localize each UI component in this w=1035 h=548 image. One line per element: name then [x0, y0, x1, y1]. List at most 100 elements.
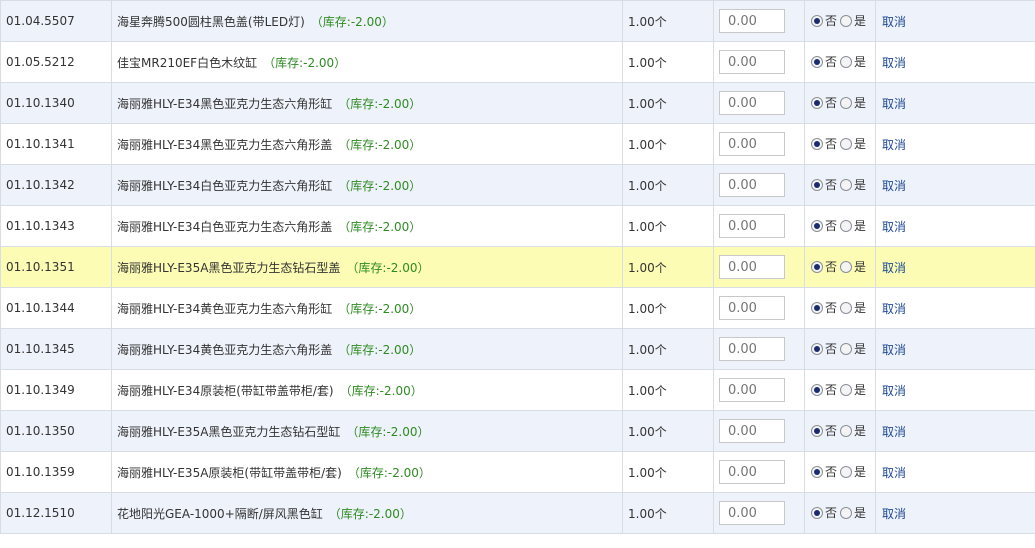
price-input[interactable]: [719, 132, 785, 156]
price-input[interactable]: [719, 9, 785, 33]
item-quantity: 1.00个: [622, 123, 714, 165]
item-code: 01.04.5507: [0, 0, 112, 42]
item-name: 佳宝MR210EF白色木纹缸: [117, 55, 258, 70]
cancel-link[interactable]: 取消: [882, 97, 906, 111]
option-no-radio[interactable]: [811, 424, 823, 437]
item-quantity: 1.00个: [622, 369, 714, 411]
item-code: 01.10.1343: [0, 205, 112, 247]
option-yes-label: 是: [854, 506, 867, 521]
item-quantity: 1.00个: [622, 410, 714, 452]
option-cell: 否是: [804, 41, 876, 83]
option-no-radio[interactable]: [811, 506, 823, 519]
price-cell: [713, 410, 805, 452]
option-yes-radio[interactable]: [840, 506, 853, 519]
option-yes-radio[interactable]: [840, 301, 853, 314]
cancel-link[interactable]: 取消: [882, 220, 906, 234]
option-no-radio[interactable]: [811, 383, 823, 396]
price-input[interactable]: [719, 173, 785, 197]
option-no-radio[interactable]: [811, 342, 823, 355]
option-no-radio[interactable]: [811, 55, 823, 68]
option-yes-radio[interactable]: [840, 465, 853, 478]
price-input[interactable]: [719, 337, 785, 361]
price-input[interactable]: [719, 501, 785, 525]
cancel-link[interactable]: 取消: [882, 507, 906, 521]
price-input[interactable]: [719, 50, 785, 74]
price-input[interactable]: [719, 91, 785, 115]
price-cell: [713, 287, 805, 329]
price-cell: [713, 164, 805, 206]
item-code: 01.10.1349: [0, 369, 112, 411]
option-no-radio[interactable]: [811, 219, 823, 232]
option-yes-radio[interactable]: [840, 383, 853, 396]
table-row: 01.10.1350 海丽雅HLY-E35A黑色亚克力生态钻石型缸 （库存:-2.0…: [0, 410, 1035, 452]
item-name: 海丽雅HLY-E34黑色亚克力生态六角形盖: [117, 137, 333, 152]
price-cell: [713, 246, 805, 288]
cancel-link[interactable]: 取消: [882, 56, 906, 70]
cancel-link[interactable]: 取消: [882, 384, 906, 398]
cancel-link[interactable]: 取消: [882, 343, 906, 357]
option-yes-radio[interactable]: [840, 137, 853, 150]
cancel-link[interactable]: 取消: [882, 15, 906, 29]
option-cell: 否是: [804, 410, 876, 452]
item-name: 海丽雅HLY-E34黄色亚克力生态六角形盖: [117, 342, 333, 357]
item-code: 01.10.1350: [0, 410, 112, 452]
item-code: 01.10.1341: [0, 123, 112, 165]
stock-badge: （库存:-2.00）: [347, 465, 431, 480]
option-no-radio[interactable]: [811, 137, 823, 150]
item-name: 海丽雅HLY-E34白色亚克力生态六角形盖: [117, 219, 333, 234]
option-cell: 否是: [804, 0, 876, 42]
action-cell: 取消: [875, 410, 1035, 452]
price-input[interactable]: [719, 296, 785, 320]
option-yes-radio[interactable]: [840, 342, 853, 355]
cancel-link[interactable]: 取消: [882, 179, 906, 193]
price-cell: [713, 82, 805, 124]
action-cell: 取消: [875, 0, 1035, 42]
cancel-link[interactable]: 取消: [882, 138, 906, 152]
option-no-label: 否: [825, 342, 838, 357]
table-row: 01.10.1342 海丽雅HLY-E34白色亚克力生态六角形缸 （库存:-2.00…: [0, 164, 1035, 206]
option-yes-label: 是: [854, 96, 867, 111]
price-input[interactable]: [719, 378, 785, 402]
option-no-radio[interactable]: [811, 465, 823, 478]
option-yes-label: 是: [854, 137, 867, 152]
cancel-link[interactable]: 取消: [882, 302, 906, 316]
option-radio-group: 否是: [811, 258, 869, 275]
option-no-radio[interactable]: [811, 14, 823, 27]
item-quantity: 1.00个: [622, 451, 714, 493]
order-items-table: 01.04.5507 海星奔腾500圆柱黑色盖(带LED灯) （库存:-2.00） 1…: [0, 0, 1035, 534]
price-input[interactable]: [719, 460, 785, 484]
table-row: 01.10.1351 海丽雅HLY-E35A黑色亚克力生态钻石型盖 （库存:-2.0…: [0, 246, 1035, 288]
item-quantity: 1.00个: [622, 164, 714, 206]
option-yes-radio[interactable]: [840, 55, 853, 68]
stock-badge: （库存:-2.00）: [338, 137, 422, 152]
option-cell: 否是: [804, 164, 876, 206]
item-quantity: 1.00个: [622, 492, 714, 534]
item-name-cell: 佳宝MR210EF白色木纹缸 （库存:-2.00）: [111, 41, 623, 83]
option-yes-radio[interactable]: [840, 96, 853, 109]
cancel-link[interactable]: 取消: [882, 425, 906, 439]
option-no-radio[interactable]: [811, 96, 823, 109]
price-input[interactable]: [719, 214, 785, 238]
price-input[interactable]: [719, 255, 785, 279]
stock-badge: （库存:-2.00）: [310, 14, 394, 29]
action-cell: 取消: [875, 41, 1035, 83]
option-no-radio[interactable]: [811, 178, 823, 191]
option-yes-radio[interactable]: [840, 14, 853, 27]
table-row: 01.05.5212 佳宝MR210EF白色木纹缸 （库存:-2.00） 1.00个 否…: [0, 41, 1035, 83]
price-input[interactable]: [719, 419, 785, 443]
option-cell: 否是: [804, 492, 876, 534]
action-cell: 取消: [875, 164, 1035, 206]
option-yes-label: 是: [854, 424, 867, 439]
option-no-radio[interactable]: [811, 260, 823, 273]
option-yes-radio[interactable]: [840, 178, 853, 191]
option-yes-radio[interactable]: [840, 260, 853, 273]
option-no-radio[interactable]: [811, 301, 823, 314]
action-cell: 取消: [875, 369, 1035, 411]
item-name-cell: 海丽雅HLY-E34白色亚克力生态六角形缸 （库存:-2.00）: [111, 164, 623, 206]
cancel-link[interactable]: 取消: [882, 261, 906, 275]
cancel-link[interactable]: 取消: [882, 466, 906, 480]
item-name: 海丽雅HLY-E34原装柜(带缸带盖带柜/套): [117, 383, 334, 398]
option-yes-radio[interactable]: [840, 424, 853, 437]
option-yes-label: 是: [854, 55, 867, 70]
option-yes-radio[interactable]: [840, 219, 853, 232]
